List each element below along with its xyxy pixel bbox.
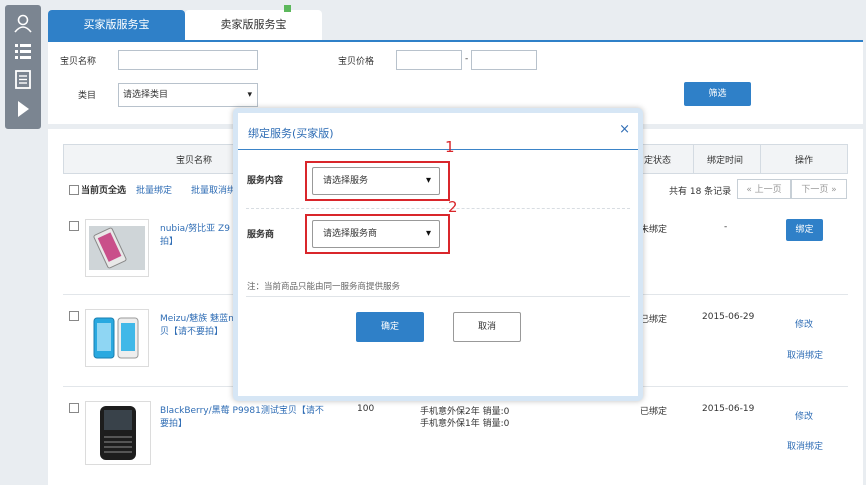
price-min-input[interactable] bbox=[396, 50, 462, 70]
product-title[interactable]: Meizu/魅族 魅蓝no bbox=[160, 311, 239, 324]
bulk-unbind-link[interactable]: 批量取消绑 bbox=[191, 183, 236, 196]
product-image-nubia bbox=[85, 219, 149, 277]
product-title-line2[interactable]: 贝【请不要拍】 bbox=[160, 324, 223, 337]
filter-button[interactable]: 筛选 bbox=[684, 82, 751, 106]
price-separator: - bbox=[465, 54, 469, 64]
bulk-bind-link[interactable]: 批量绑定 bbox=[136, 183, 172, 196]
cancel-button[interactable]: 取消 bbox=[453, 312, 521, 342]
bind-time: - bbox=[724, 222, 728, 232]
bind-status: 未绑定 bbox=[640, 225, 668, 235]
select-all-checkbox[interactable] bbox=[69, 185, 79, 195]
category-select-value: 请选择类目 bbox=[123, 90, 169, 100]
next-page-button[interactable]: 下一页 » bbox=[791, 179, 847, 199]
note-text: 注：当前商品只能由同一服务商提供服务 bbox=[247, 282, 401, 292]
bind-button[interactable]: 绑定 bbox=[786, 219, 823, 241]
edit-link[interactable]: 修改 bbox=[795, 409, 813, 422]
service-line-2: 手机意外保1年 销量:0 bbox=[420, 419, 510, 429]
provider-label: 服务商 bbox=[247, 230, 275, 240]
list-icon[interactable] bbox=[13, 41, 33, 61]
bind-status: 已绑定 bbox=[640, 407, 668, 417]
total-records: 共有 18 条记录 bbox=[669, 187, 732, 197]
row-checkbox[interactable] bbox=[69, 403, 79, 413]
annotation-box-1 bbox=[305, 161, 450, 201]
service-content-label: 服务内容 bbox=[247, 176, 284, 186]
header-divider bbox=[693, 145, 694, 173]
header-status: 定状态 bbox=[644, 156, 672, 166]
expand-arrow-icon[interactable] bbox=[13, 99, 33, 119]
product-title[interactable]: BlackBerry/黑莓 P9981测试宝贝【请不 bbox=[160, 403, 324, 416]
annotation-number-1: 1 bbox=[445, 138, 455, 156]
category-select[interactable]: 请选择类目 bbox=[118, 83, 258, 107]
annotation-box-2 bbox=[305, 214, 450, 254]
edit-link[interactable]: 修改 bbox=[795, 317, 813, 330]
product-name-label: 宝贝名称 bbox=[60, 57, 97, 67]
category-label: 类目 bbox=[78, 91, 97, 101]
price-max-input[interactable] bbox=[471, 50, 537, 70]
filter-section: 买家版服务宝 卖家版服务宝 宝贝名称 宝贝价格 - 类目 请选择类目 筛选 bbox=[48, 0, 863, 124]
header-time: 绑定时间 bbox=[707, 156, 744, 166]
document-icon[interactable] bbox=[13, 69, 33, 89]
confirm-button[interactable]: 确定 bbox=[356, 312, 424, 342]
bind-service-modal: 绑定服务(买家版) × 服务内容 请选择服务 服务商 请选择服务商 注：当前商品… bbox=[238, 113, 638, 396]
modal-title-divider bbox=[238, 149, 638, 150]
prev-page-button[interactable]: « 上一页 bbox=[737, 179, 791, 199]
product-title[interactable]: nubia/努比亚 Z9 r bbox=[160, 221, 236, 234]
header-divider bbox=[760, 145, 761, 173]
note-divider bbox=[246, 296, 630, 297]
user-icon[interactable] bbox=[13, 13, 33, 33]
bind-status: 已绑定 bbox=[640, 315, 668, 325]
product-title-line2[interactable]: 拍】 bbox=[160, 234, 178, 247]
product-image-blackberry bbox=[85, 401, 151, 465]
bind-time: 2015-06-19 bbox=[702, 404, 755, 414]
new-badge-icon bbox=[284, 5, 291, 12]
left-sidebar bbox=[5, 5, 41, 129]
product-name-input[interactable] bbox=[118, 50, 258, 70]
bind-time: 2015-06-29 bbox=[702, 312, 755, 322]
select-all-label: 当前页全选 bbox=[81, 186, 127, 196]
modal-title: 绑定服务(买家版) bbox=[248, 127, 334, 140]
product-price: 100 bbox=[357, 404, 375, 414]
header-action: 操作 bbox=[795, 156, 814, 166]
row-checkbox[interactable] bbox=[69, 221, 79, 231]
header-name: 宝贝名称 bbox=[176, 156, 213, 166]
product-image-meizu bbox=[85, 309, 149, 367]
unbind-link[interactable]: 取消绑定 bbox=[787, 439, 823, 452]
product-title-line2[interactable]: 要拍】 bbox=[160, 416, 187, 429]
price-label: 宝贝价格 bbox=[338, 57, 375, 67]
dashed-divider bbox=[246, 208, 630, 209]
tab-seller[interactable]: 卖家版服务宝 bbox=[185, 10, 322, 40]
tab-buyer[interactable]: 买家版服务宝 bbox=[48, 10, 185, 40]
close-icon[interactable]: × bbox=[619, 122, 630, 137]
annotation-number-2: 2 bbox=[448, 198, 458, 216]
row-checkbox[interactable] bbox=[69, 311, 79, 321]
unbind-link[interactable]: 取消绑定 bbox=[787, 348, 823, 361]
